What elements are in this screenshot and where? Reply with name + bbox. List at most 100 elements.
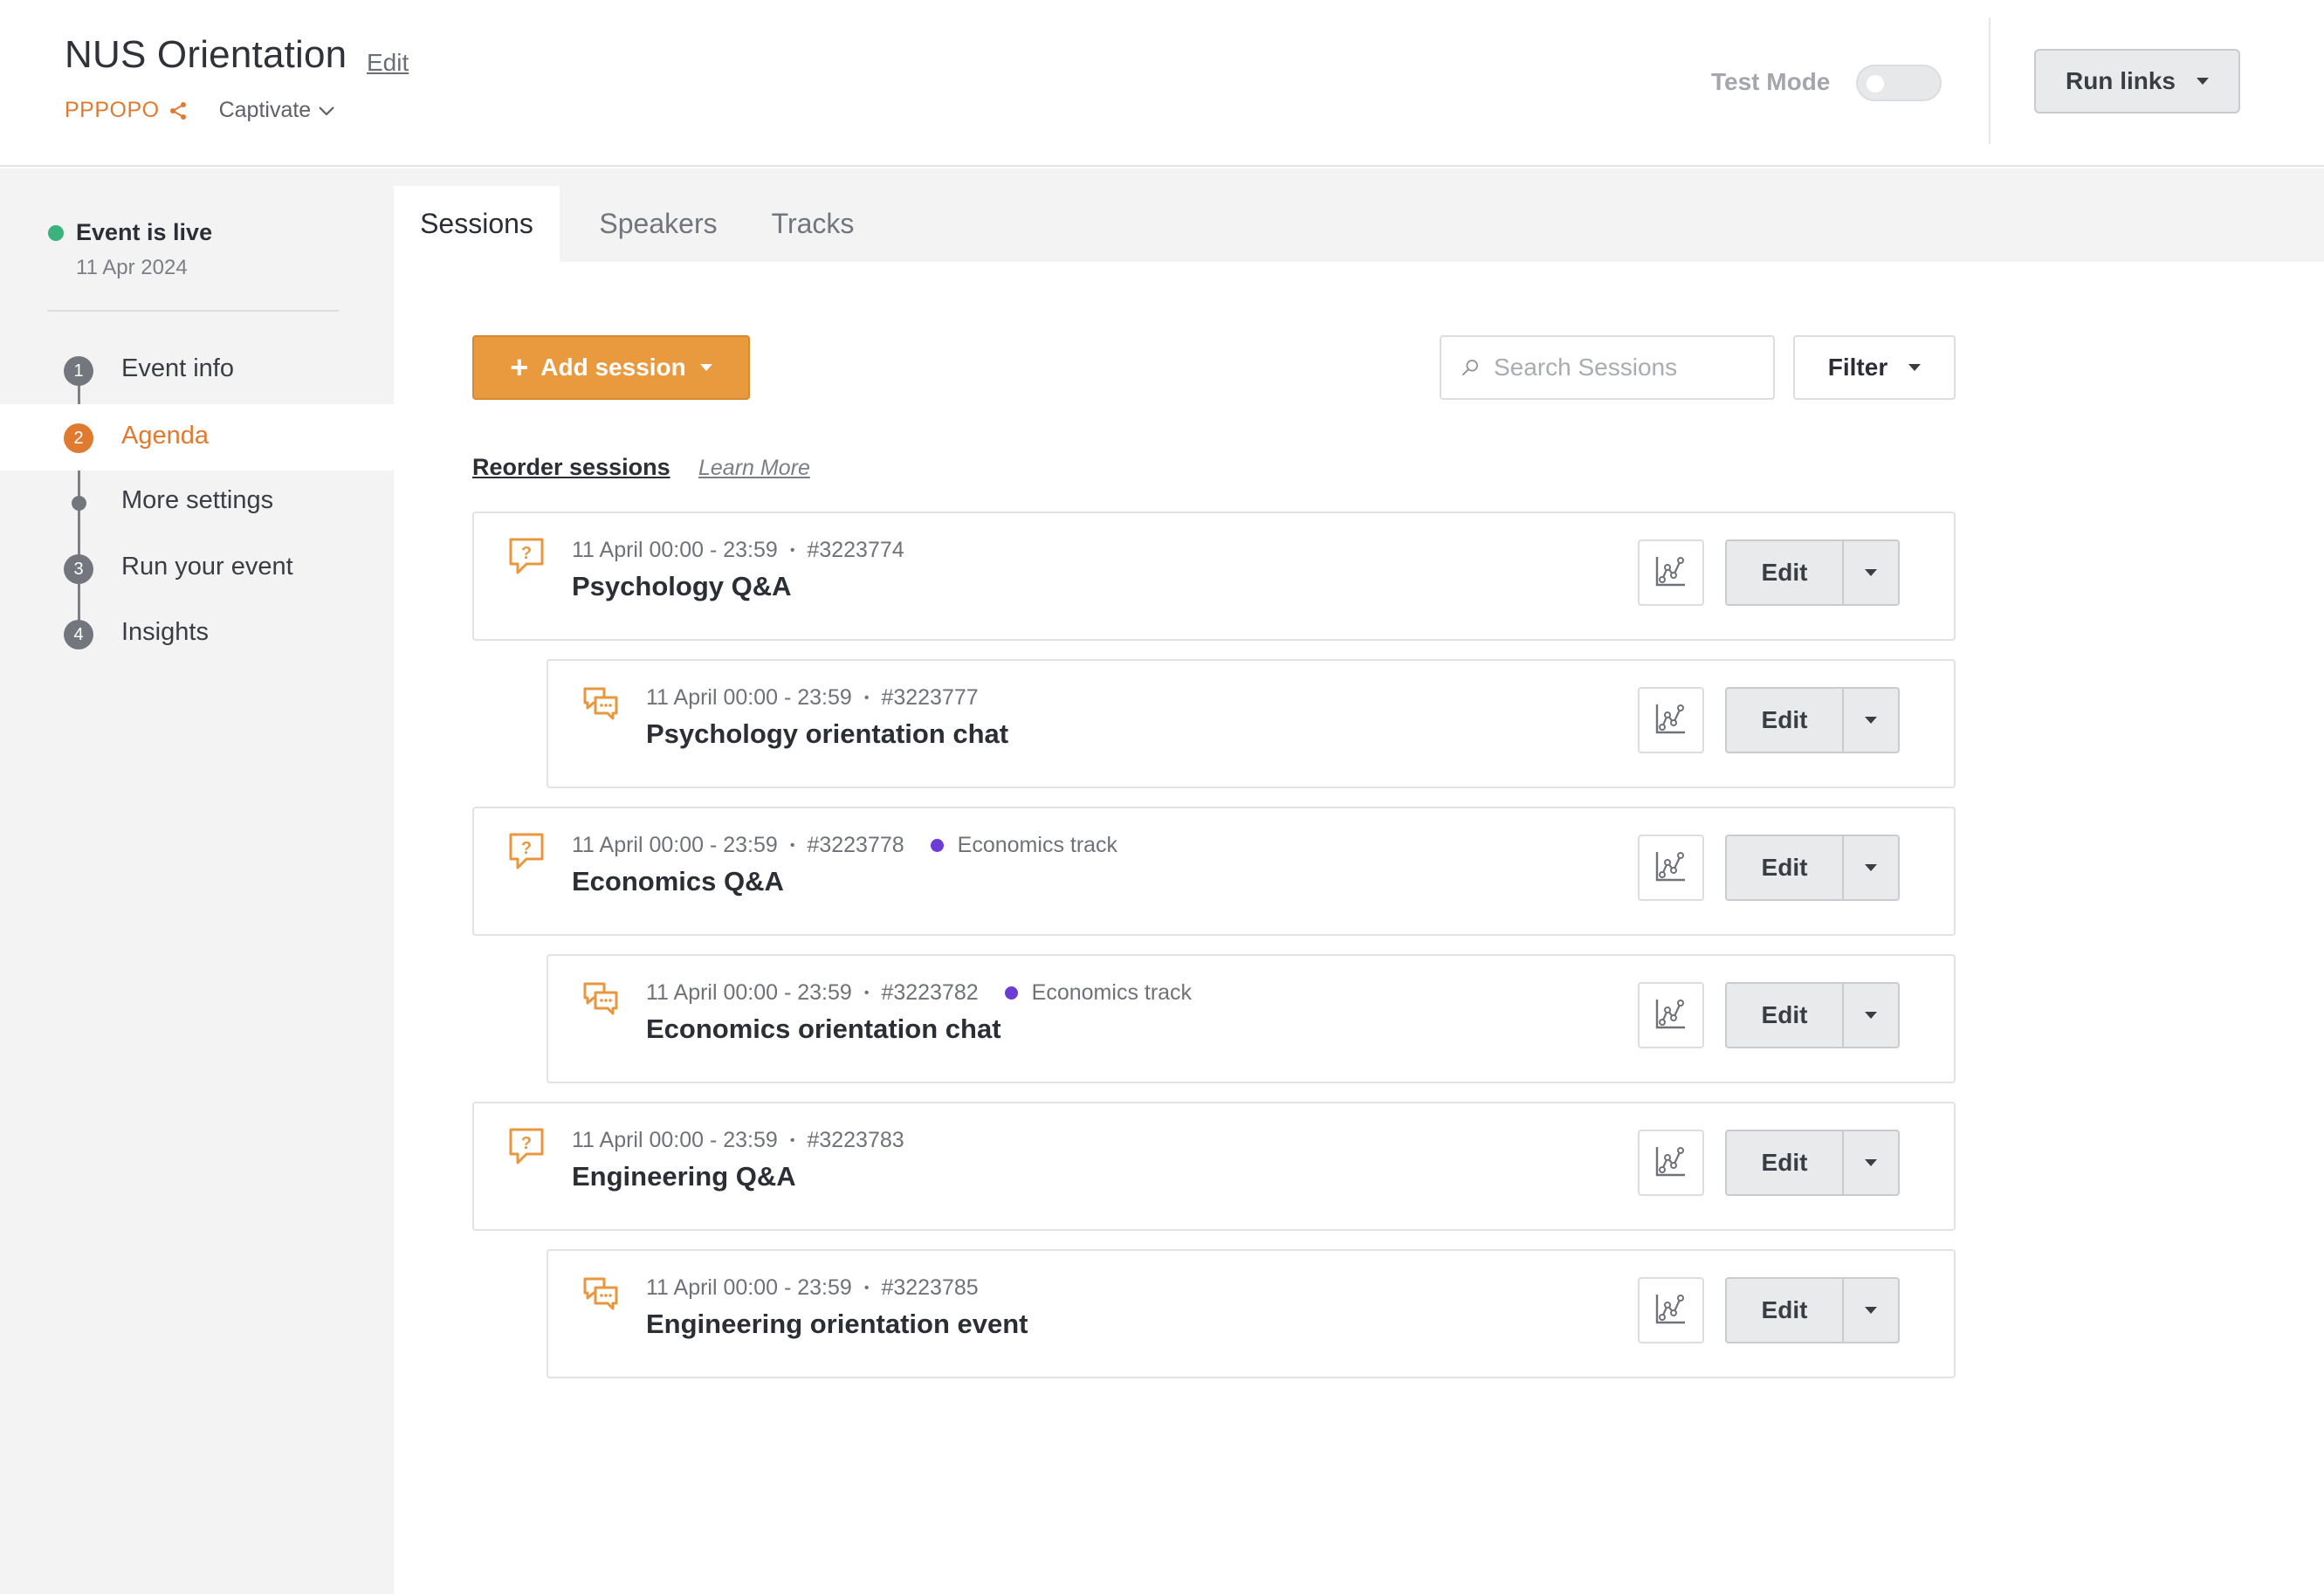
session-card[interactable]: ? 11 April 00:00 - 23:59 • #3223783 Engineer…	[472, 1102, 1956, 1231]
analytics-button[interactable]	[1638, 1277, 1704, 1343]
tab-sessions[interactable]: Sessions	[394, 186, 560, 262]
session-time: 11 April 00:00 - 23:59	[646, 685, 852, 710]
step-number: 4	[64, 620, 93, 649]
analytics-chart-icon	[1654, 1144, 1688, 1183]
session-card[interactable]: ? 11 April 00:00 - 23:59 • #3223778 Economic…	[472, 807, 1956, 936]
chevron-down-icon	[319, 106, 334, 116]
sidebar-item-event-info[interactable]: 1 Event info	[0, 337, 394, 403]
session-card[interactable]: 11 April 00:00 - 23:59 • #3223782 Economics…	[547, 954, 1956, 1083]
edit-dropdown-toggle[interactable]	[1844, 1279, 1898, 1342]
event-title: NUS Orientation	[65, 33, 347, 76]
session-meta: 11 April 00:00 - 23:59 • #3223774	[572, 538, 904, 563]
edit-button-group: Edit	[1725, 539, 1900, 606]
edit-dropdown-toggle[interactable]	[1844, 836, 1898, 899]
meta-separator: •	[789, 1132, 795, 1148]
test-mode-label: Test Mode	[1711, 68, 1831, 95]
share-icon[interactable]	[168, 101, 188, 120]
svg-text:?: ?	[521, 839, 532, 858]
session-track: Economics track	[1004, 980, 1193, 1006]
sidebar-item-label: Run your event	[121, 553, 293, 581]
session-card[interactable]: ? 11 April 00:00 - 23:59 • #3223774 Psycholo…	[472, 512, 1956, 641]
event-date: 11 Apr 2024	[76, 256, 188, 279]
edit-session-button[interactable]: Edit	[1727, 1279, 1844, 1342]
meta-separator: •	[789, 837, 795, 853]
sidebar-item-label: Insights	[121, 618, 209, 646]
session-time: 11 April 00:00 - 23:59	[646, 980, 852, 1005]
learn-more-link[interactable]: Learn More	[698, 456, 810, 481]
session-card[interactable]: 11 April 00:00 - 23:59 • #3223785 Engineeri…	[547, 1249, 1956, 1378]
header-divider	[1989, 17, 1991, 144]
tab-tracks[interactable]: Tracks	[747, 186, 878, 262]
search-box[interactable]	[1440, 335, 1775, 400]
edit-event-link[interactable]: Edit	[367, 49, 409, 77]
session-id: #3223778	[807, 833, 904, 857]
session-title[interactable]: Engineering Q&A	[572, 1161, 796, 1192]
meta-separator: •	[863, 1280, 870, 1295]
chat-bubbles-icon	[581, 684, 620, 724]
edit-session-button[interactable]: Edit	[1727, 1131, 1844, 1194]
analytics-button[interactable]	[1638, 1130, 1704, 1196]
session-meta: 11 April 00:00 - 23:59 • #3223785	[646, 1275, 979, 1301]
meta-separator: •	[863, 690, 870, 705]
edit-dropdown-toggle[interactable]	[1844, 1131, 1898, 1194]
analytics-button[interactable]	[1638, 982, 1704, 1048]
session-id: #3223782	[881, 980, 979, 1005]
caret-down-icon	[699, 364, 712, 371]
sidebar-item-label: Event info	[121, 354, 234, 382]
reorder-sessions-link[interactable]: Reorder sessions	[472, 454, 670, 481]
sidebar-divider	[47, 310, 339, 312]
test-mode-toggle[interactable]	[1856, 65, 1942, 101]
add-session-button[interactable]: + Add session	[472, 335, 750, 400]
qa-bubble-icon: ?	[507, 1126, 546, 1166]
session-time: 11 April 00:00 - 23:59	[572, 833, 778, 857]
analytics-chart-icon	[1654, 1291, 1688, 1330]
session-title[interactable]: Psychology orientation chat	[646, 718, 1008, 750]
edit-button-group: Edit	[1725, 982, 1900, 1048]
platform-dropdown[interactable]: Captivate	[219, 98, 336, 123]
event-status: Event is live	[76, 219, 213, 245]
live-status-dot	[48, 225, 64, 241]
session-id: #3223783	[807, 1128, 904, 1152]
analytics-chart-icon	[1654, 701, 1688, 740]
edit-session-button[interactable]: Edit	[1727, 836, 1844, 899]
edit-dropdown-toggle[interactable]	[1844, 541, 1898, 604]
analytics-chart-icon	[1654, 849, 1688, 888]
caret-down-icon	[1865, 569, 1877, 576]
sidebar-item-run-your-event[interactable]: 3 Run your event	[0, 535, 394, 601]
session-track: Economics track	[930, 833, 1117, 858]
track-label: Economics track	[1031, 980, 1193, 1005]
sidebar-item-agenda[interactable]: 2 Agenda	[0, 404, 394, 471]
run-links-label: Run links	[2065, 67, 2176, 94]
track-color-dot	[1004, 986, 1018, 1000]
session-card[interactable]: 11 April 00:00 - 23:59 • #3223777 Psycholog…	[547, 659, 1956, 788]
analytics-button[interactable]	[1638, 835, 1704, 901]
session-title[interactable]: Engineering orientation event	[646, 1309, 1028, 1340]
toggle-knob	[1867, 75, 1884, 93]
session-title[interactable]: Economics orientation chat	[646, 1013, 1001, 1045]
caret-down-icon	[1908, 364, 1922, 371]
analytics-button[interactable]	[1638, 539, 1704, 606]
sidebar-item-insights[interactable]: 4 Insights	[0, 601, 394, 667]
edit-dropdown-toggle[interactable]	[1844, 689, 1898, 752]
sidebar-item-more-settings[interactable]: More settings	[0, 469, 394, 535]
session-time: 11 April 00:00 - 23:59	[572, 1128, 778, 1152]
edit-button-group: Edit	[1725, 1277, 1900, 1343]
edit-session-button[interactable]: Edit	[1727, 689, 1844, 752]
caret-down-icon	[1865, 1159, 1877, 1166]
session-meta: 11 April 00:00 - 23:59 • #3223777	[646, 685, 979, 711]
session-title[interactable]: Psychology Q&A	[572, 571, 792, 602]
analytics-button[interactable]	[1638, 687, 1704, 753]
edit-session-button[interactable]: Edit	[1727, 541, 1844, 604]
session-title[interactable]: Economics Q&A	[572, 866, 784, 897]
session-id: #3223774	[807, 538, 904, 562]
filter-button[interactable]: Filter	[1793, 335, 1956, 400]
edit-dropdown-toggle[interactable]	[1844, 984, 1898, 1047]
tab-speakers[interactable]: Speakers	[584, 186, 732, 262]
sidebar-item-label: More settings	[121, 486, 274, 514]
platform-label: Captivate	[218, 98, 312, 122]
org-code[interactable]: PPPOPO	[65, 98, 160, 123]
edit-session-button[interactable]: Edit	[1727, 984, 1844, 1047]
search-input[interactable]	[1494, 354, 1773, 381]
run-links-button[interactable]: Run links	[2034, 49, 2240, 113]
session-id: #3223777	[881, 685, 979, 710]
